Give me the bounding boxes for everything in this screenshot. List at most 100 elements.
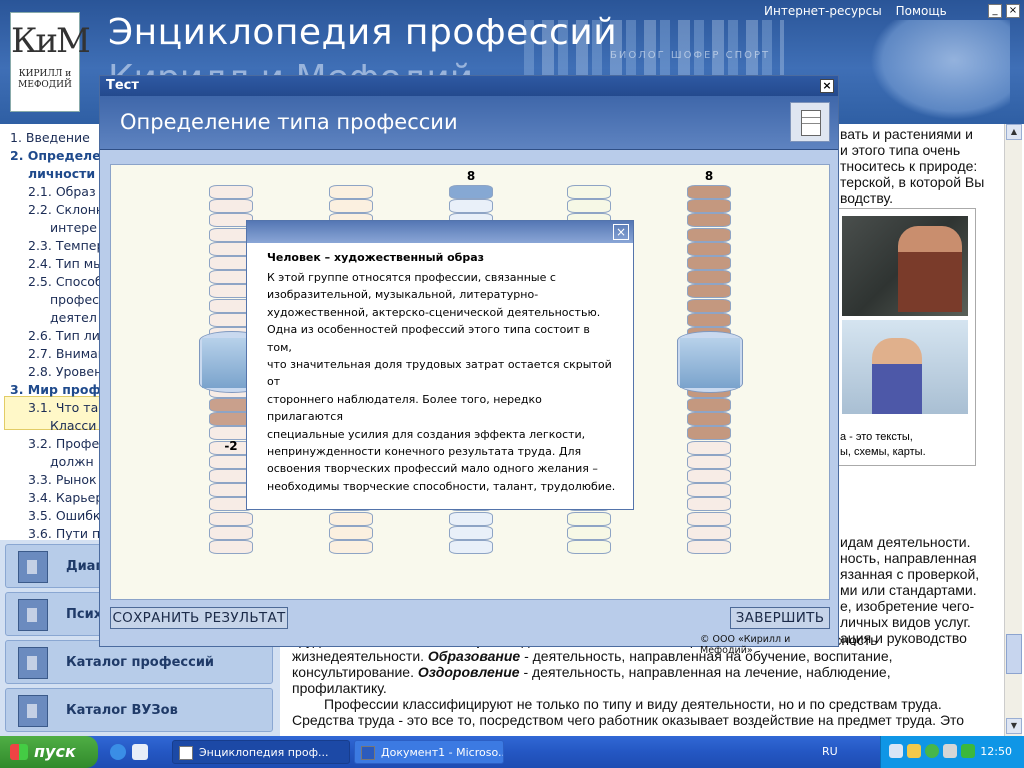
taskbar-item-document[interactable]: Документ1 - Microso... — [354, 740, 504, 764]
close-app-button[interactable]: × — [1006, 4, 1020, 18]
toc-item[interactable]: 3.4. Карьер — [28, 490, 103, 505]
column-segment — [687, 270, 731, 285]
people-scene-image — [680, 338, 740, 388]
column-segment — [209, 185, 253, 199]
popup-text-line: художественной, актерско-сценической дея… — [267, 305, 601, 319]
toc-item[interactable]: 3.1. Что так — [28, 400, 106, 415]
column-segment — [687, 213, 731, 228]
tray-network-icon[interactable] — [889, 744, 903, 758]
popup-text-line: освоения творческих профессий мало одног… — [267, 462, 598, 476]
toc-item[interactable]: интере — [50, 220, 97, 235]
universities-catalog-button[interactable]: Каталог ВУЗов — [5, 688, 273, 732]
column-segment — [687, 227, 731, 242]
logo-line1: КИРИЛЛ и — [18, 69, 72, 79]
toc-item[interactable]: деятел — [50, 310, 97, 325]
popup-text-line: специальные усилия для создания эффекта … — [267, 427, 586, 441]
start-button[interactable]: пуск — [0, 736, 98, 768]
column-segment — [329, 199, 373, 214]
taskbar-item-encyclopedia[interactable]: Энциклопедия проф... — [172, 740, 350, 764]
popup-text-line: К этой группе относятся профессии, связа… — [267, 271, 556, 284]
column-segment — [329, 540, 373, 554]
save-result-button[interactable]: СОХРАНИТЬ РЕЗУЛЬТАТ — [110, 607, 288, 629]
app-logo: КиМ КИРИЛЛ и МЕФОДИЙ — [10, 12, 91, 112]
toc-item[interactable]: 1. Введение — [10, 130, 90, 145]
article-line: ность, направленная — [840, 550, 977, 566]
dialog-close-button[interactable]: × — [820, 79, 834, 93]
column-score-label: 8 — [466, 169, 476, 183]
dialog-heading: Определение типа профессии — [120, 110, 458, 134]
tray-app-icon[interactable] — [961, 744, 975, 758]
toc-item[interactable]: 2.5. Способ — [28, 274, 103, 289]
column-segment — [687, 284, 731, 299]
toc-item[interactable]: 3.5. Ошибк — [28, 508, 101, 523]
column-segment — [567, 199, 611, 214]
column-segment — [209, 540, 253, 554]
tray-volume-icon[interactable] — [943, 744, 957, 758]
popup-close-button[interactable]: × — [613, 224, 629, 240]
tray-security-icon[interactable] — [907, 744, 921, 758]
toc-item[interactable]: личности — [28, 166, 95, 181]
column-segment — [567, 185, 611, 199]
dialog-header: Определение типа профессии — [100, 96, 838, 150]
column-segment — [329, 185, 373, 199]
logo-line2: МЕФОДИЙ — [18, 80, 72, 90]
toc-item[interactable]: 3.3. Рынок т — [28, 472, 108, 487]
internet-resources-link[interactable]: Интернет-ресурсы — [764, 4, 882, 18]
scroll-down-arrow[interactable]: ▼ — [1006, 718, 1022, 734]
minimize-button[interactable]: _ — [988, 4, 1002, 18]
toc-item[interactable]: 3.2. Профе — [28, 436, 99, 451]
ie-icon[interactable] — [110, 744, 126, 760]
toc-item[interactable]: 2.2. Склонн — [28, 202, 104, 217]
toc-item[interactable]: 2.4. Тип мы — [28, 256, 103, 271]
popup-text-line: необходимы творческие способности, талан… — [267, 479, 616, 493]
finish-button[interactable]: ЗАВЕРШИТЬ — [730, 607, 830, 629]
app-title: Энциклопедия профессий — [108, 12, 618, 53]
column-segment — [567, 511, 611, 526]
toc-item[interactable]: 2.3. Темпер — [28, 238, 104, 253]
article-line: профилактику. — [292, 680, 387, 696]
help-link[interactable]: Помощь — [896, 4, 947, 18]
profession-type-popup: × Человек – художественный образ К этой … — [246, 220, 634, 510]
toc-item[interactable]: 2.1. Образ и — [28, 184, 108, 199]
popup-text-line: что значительная доля трудовых затрат ос… — [267, 358, 612, 389]
toc-item[interactable]: Класси — [50, 418, 96, 433]
column-segment — [449, 185, 493, 199]
toc-item[interactable]: 2.6. Тип лич — [28, 328, 107, 343]
header-illustration — [870, 20, 1010, 120]
photo-caption: а - это тексты, ы, схемы, карты. — [840, 431, 926, 458]
toc-item[interactable]: 2.7. Вниман — [28, 346, 106, 361]
toc-item[interactable]: 3. Мир проф — [10, 382, 101, 397]
scroll-up-arrow[interactable]: ▲ — [1006, 124, 1022, 140]
quicklaunch-icon[interactable] — [132, 744, 148, 760]
scroll-thumb[interactable] — [1006, 634, 1022, 674]
article-line: Средства труда - это все то, посредством… — [292, 712, 965, 728]
column-segment — [687, 398, 731, 412]
popup-text-line: изобразительной, музыкальной, литературн… — [267, 288, 539, 302]
article-line: вать и растениями и — [840, 126, 973, 142]
column-segment — [687, 454, 731, 469]
logo-letters: КиМ — [11, 21, 91, 61]
taskbar: пуск Энциклопедия проф... Документ1 - Mi… — [0, 736, 1024, 768]
column-segment — [449, 199, 493, 214]
dialog-titlebar: Тест × — [100, 76, 838, 96]
article-scrollbar[interactable]: ▲ ▼ — [1004, 124, 1022, 736]
column-segment — [687, 469, 731, 483]
toc-item[interactable]: 3.6. Пути по — [28, 526, 108, 540]
copyright-text: © ООО «Кирилл и Мефодий» — [700, 634, 791, 656]
toc-item[interactable]: 2.8. Уровен — [28, 364, 102, 379]
office-worker-photo — [842, 320, 968, 414]
tray-update-icon[interactable] — [925, 744, 939, 758]
app-window-icon — [179, 746, 193, 760]
column-segment — [687, 525, 731, 540]
column-segment — [449, 525, 493, 540]
toc-item[interactable]: профес — [50, 292, 99, 307]
toc-item[interactable]: должн — [50, 454, 94, 469]
language-indicator[interactable]: RU — [822, 745, 838, 758]
column-segment — [209, 511, 253, 526]
document-icon[interactable] — [790, 102, 830, 142]
toc-item[interactable]: 2. Определе — [10, 148, 101, 163]
clock: 12:50 — [980, 745, 1012, 758]
dialog-title: Тест — [106, 78, 139, 93]
column-segment — [449, 511, 493, 526]
article-line: личных видов услуг. — [840, 614, 971, 630]
